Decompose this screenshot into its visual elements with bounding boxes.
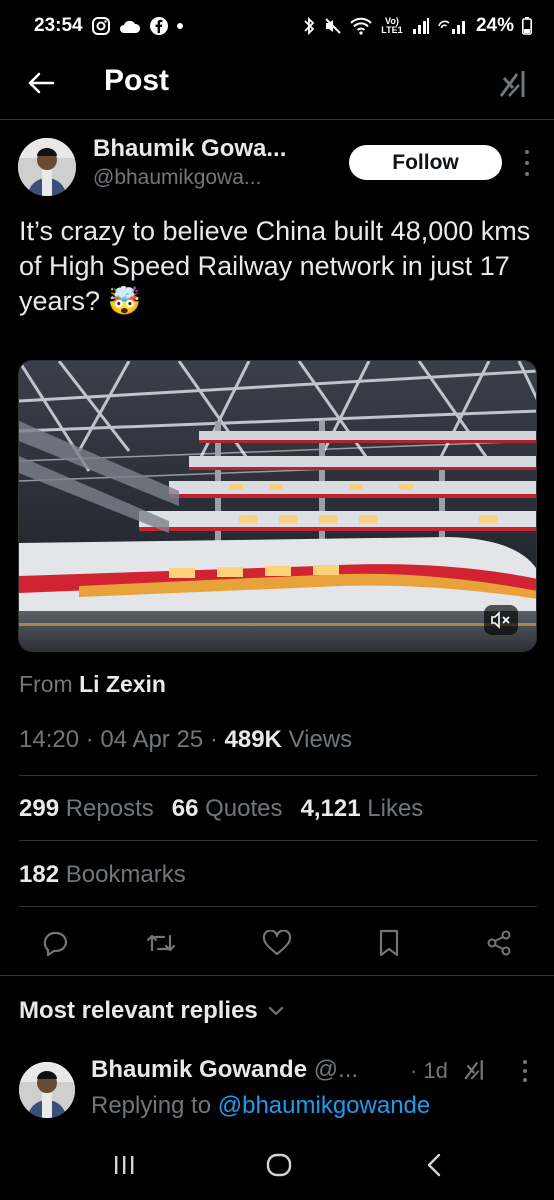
author-name[interactable]: Bhaumik Gowa... xyxy=(93,135,286,163)
reposts-count: 299 xyxy=(19,795,60,822)
battery-percent: 24% xyxy=(475,15,514,36)
from-prefix: From xyxy=(19,671,73,697)
share-button[interactable] xyxy=(484,928,514,958)
reply-author[interactable]: Bhaumik Gowande @... xyxy=(91,1056,358,1084)
quotes-stat[interactable]: 66 Quotes xyxy=(172,795,283,823)
reply-time: · 1d xyxy=(410,1058,448,1083)
post-video[interactable] xyxy=(18,360,537,652)
post-stats: 299 Reposts 66 Quotes 4,121 Likes xyxy=(19,795,423,823)
volte-icon: Vo) LTE1 xyxy=(380,17,404,35)
home-icon xyxy=(266,1153,292,1177)
share-icon xyxy=(487,930,511,956)
status-bar: 23:54 Vo) LTE1 24% xyxy=(0,0,554,52)
back-button[interactable] xyxy=(24,66,58,100)
system-nav-bar xyxy=(0,1130,554,1200)
replies-sort-selector[interactable]: Most relevant replies xyxy=(19,997,284,1025)
bookmarks-divider xyxy=(19,906,537,907)
like-icon xyxy=(262,930,292,956)
replying-mention[interactable]: @bhaumikgowande xyxy=(218,1092,431,1119)
reposts-label: Reposts xyxy=(65,795,154,822)
replying-prefix: Replying to xyxy=(91,1092,212,1119)
cloud-icon xyxy=(119,18,141,34)
chevron-down-icon xyxy=(268,1006,283,1016)
battery-icon xyxy=(522,17,532,35)
from-name[interactable]: Li Zexin xyxy=(79,671,166,697)
reposts-stat[interactable]: 299 Reposts xyxy=(19,795,154,823)
status-bar-right: Vo) LTE1 24% xyxy=(302,15,532,37)
reply-avatar[interactable] xyxy=(19,1062,75,1118)
repost-button[interactable] xyxy=(146,928,176,958)
stats-divider xyxy=(19,840,537,841)
bookmark-button[interactable] xyxy=(374,928,404,958)
reply-more-icon[interactable] xyxy=(521,1060,529,1082)
quotes-label: Quotes xyxy=(205,795,283,822)
repost-icon xyxy=(146,934,176,952)
mute-icon xyxy=(324,17,342,35)
bookmark-icon xyxy=(379,929,399,957)
grok-icon xyxy=(464,1060,483,1080)
views-count: 489K xyxy=(224,726,282,753)
views-label: Views xyxy=(288,726,353,753)
post-time: 14:20 xyxy=(19,726,80,753)
volte-label: Vo) LTE1 xyxy=(381,16,403,35)
post-header: Post xyxy=(0,52,554,114)
reply-button[interactable] xyxy=(40,928,70,958)
author-avatar[interactable] xyxy=(18,138,76,196)
grok-button[interactable] xyxy=(496,66,532,102)
meta-divider xyxy=(19,775,537,776)
likes-label: Likes xyxy=(367,795,424,822)
quotes-count: 66 xyxy=(171,795,199,822)
replying-to: Replying to @bhaumikgowande xyxy=(91,1092,430,1120)
speaker-muted-icon xyxy=(491,611,510,629)
header-divider xyxy=(0,119,554,120)
meta-separator: · xyxy=(209,726,218,753)
notification-dot xyxy=(176,23,183,29)
reply-author-handle: @... xyxy=(313,1056,359,1083)
likes-count: 4,121 xyxy=(300,795,361,822)
bookmarks-label: Bookmarks xyxy=(65,861,186,888)
post-date: 04 Apr 25 xyxy=(100,726,204,753)
signal-icon xyxy=(412,17,430,35)
bookmarks-stat[interactable]: 182 Bookmarks xyxy=(19,861,186,889)
back-nav-icon xyxy=(427,1153,441,1177)
instagram-icon xyxy=(91,16,111,36)
more-options-icon[interactable] xyxy=(520,150,534,176)
facebook-icon xyxy=(149,16,169,36)
author-handle[interactable]: @bhaumikgowa... xyxy=(93,166,261,190)
like-button[interactable] xyxy=(262,928,292,958)
recent-apps-icon xyxy=(115,1156,134,1174)
arrow-left-icon xyxy=(28,72,55,94)
reply-author-name: Bhaumik Gowande xyxy=(91,1056,308,1083)
train-station-image xyxy=(19,361,536,651)
home-button[interactable] xyxy=(259,1150,299,1180)
video-source: From Li Zexin xyxy=(19,671,166,698)
bookmarks-count: 182 xyxy=(19,861,60,888)
actions-divider xyxy=(0,975,554,976)
back-nav-button[interactable] xyxy=(414,1150,454,1180)
reply-grok-button[interactable] xyxy=(463,1058,487,1082)
follow-button[interactable]: Follow xyxy=(349,145,502,180)
wifi-icon xyxy=(350,17,372,35)
meta-separator: · xyxy=(85,726,94,753)
recent-apps-button[interactable] xyxy=(104,1150,144,1180)
status-time: 23:54 xyxy=(34,15,83,36)
bluetooth-icon xyxy=(302,16,316,36)
page-title: Post xyxy=(104,64,170,97)
post-timestamp: 14:20 · 04 Apr 25 · 489K Views xyxy=(19,726,352,754)
video-mute-button[interactable] xyxy=(484,605,518,635)
grok-icon xyxy=(499,71,525,97)
likes-stat[interactable]: 4,121 Likes xyxy=(301,795,424,823)
status-bar-left: 23:54 xyxy=(34,15,183,37)
signal-2-icon xyxy=(438,17,468,35)
post-text: It’s crazy to believe China built 48,000… xyxy=(19,216,531,316)
replies-sort-label: Most relevant replies xyxy=(19,997,258,1024)
reply-icon xyxy=(43,931,68,956)
action-bar xyxy=(0,918,554,966)
